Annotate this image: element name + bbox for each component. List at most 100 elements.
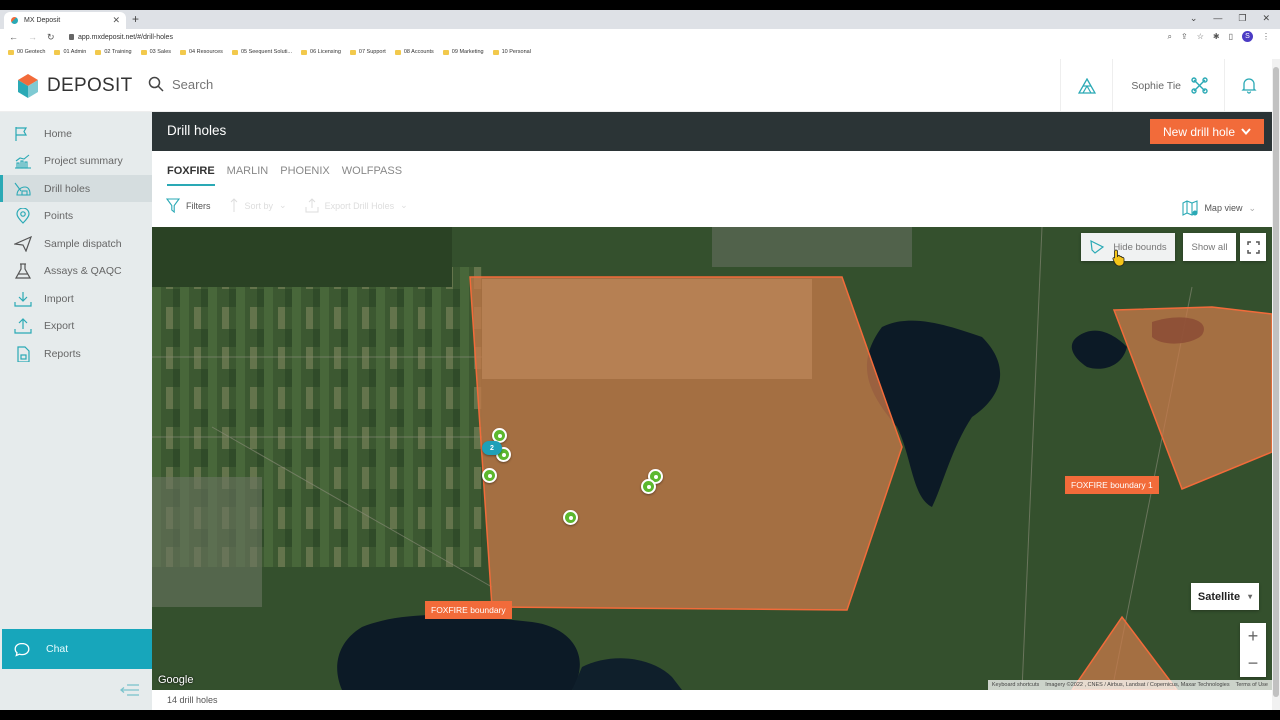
map-type-select[interactable]: Satellite ▾	[1191, 583, 1259, 610]
bookmark-label: 07 Support	[358, 49, 386, 55]
menu-icon[interactable]: ⋮	[1262, 32, 1270, 41]
folder-icon	[8, 49, 14, 55]
zoom-in-button[interactable]: +	[1240, 623, 1266, 650]
url-field[interactable]: app.mxdeposit.net/#/drill-holes	[69, 34, 173, 41]
url-text: app.mxdeposit.net/#/drill-holes	[78, 33, 173, 41]
bookmark-label: 09 Marketing	[451, 49, 484, 55]
folder-icon	[492, 49, 499, 55]
tools-icon	[1191, 77, 1208, 94]
keyboard-shortcuts-link[interactable]: Keyboard shortcuts	[992, 682, 1039, 688]
page-scrollbar[interactable]	[1272, 59, 1280, 710]
extensions-icon[interactable]: ✱	[1213, 32, 1220, 41]
search-icon	[148, 76, 164, 92]
sidebar-item-drill-holes[interactable]: Drill holes	[0, 175, 152, 202]
project-switch-button[interactable]	[1060, 59, 1112, 112]
bookmark-item[interactable]: 05 Seequent Soluti...	[231, 49, 292, 55]
minimize-icon[interactable]: —	[1213, 13, 1222, 24]
tab-search-icon[interactable]: ⌄	[1190, 13, 1198, 24]
new-drill-hole-button[interactable]: New drill hole	[1150, 119, 1264, 144]
folder-icon	[54, 49, 61, 55]
triangle-logo-icon	[1077, 77, 1096, 94]
drill-hole-marker[interactable]	[563, 510, 578, 525]
drill-hole-count: 14 drill holes	[167, 695, 218, 705]
bookmark-item[interactable]: 02 Training	[95, 49, 132, 55]
restore-icon[interactable]: ❐	[1238, 13, 1246, 24]
sort-by-button[interactable]: Sort by ⌄	[229, 198, 287, 213]
bookmark-item[interactable]: 07 Support	[349, 49, 386, 55]
report-icon	[14, 345, 32, 362]
show-all-button[interactable]: Show all	[1183, 233, 1236, 261]
results-footer: 14 drill holes	[152, 690, 1272, 710]
sidebar-item-label: Drill holes	[44, 182, 91, 195]
view-selector[interactable]: Map view ⌄	[1182, 200, 1256, 216]
logo-text: DEPOSIT	[47, 75, 133, 96]
fullscreen-button[interactable]	[1240, 233, 1266, 261]
bookmark-label: 06 Licensing	[310, 49, 341, 55]
zoom-out-button[interactable]: −	[1240, 650, 1266, 677]
chat-button[interactable]: Chat	[2, 629, 152, 669]
scrollbar-thumb[interactable]	[1273, 67, 1279, 697]
sidebar-item-project-summary[interactable]: Project summary	[0, 148, 152, 175]
browser-tab-bar: MX Deposit ✕ + ⌄ — ❐ ✕	[0, 10, 1280, 29]
back-icon[interactable]: ←	[9, 32, 19, 42]
share-icon[interactable]: ⇪	[1181, 32, 1188, 41]
logo[interactable]: DEPOSIT	[16, 73, 133, 99]
new-drill-hole-label: New drill hole	[1162, 124, 1236, 139]
bookmark-item[interactable]: 00 Geotech	[8, 49, 45, 55]
sidebar-item-export[interactable]: Export	[0, 313, 152, 340]
filters-label: Filters	[186, 200, 211, 211]
zoom-icon[interactable]: ⌕	[1168, 32, 1172, 42]
bookmark-label: 01 Admin	[63, 49, 87, 55]
sidebar-item-points[interactable]: Points	[0, 203, 152, 230]
reload-icon[interactable]: ↻	[47, 32, 57, 43]
filter-icon	[166, 198, 180, 213]
map[interactable]: 2 FOXFIRE boundary FOXFIRE boundary 1 Hi…	[152, 227, 1272, 690]
star-icon[interactable]: ☆	[1197, 32, 1204, 41]
export-drill-holes-button[interactable]: Export Drill Holes ⌄	[305, 198, 408, 213]
sidebar-item-assays-qaqc[interactable]: Assays & QAQC	[0, 258, 152, 285]
hide-bounds-button[interactable]: Hide bounds	[1081, 233, 1175, 261]
collapse-sidebar-icon[interactable]	[119, 683, 140, 702]
tab-foxfire[interactable]: FOXFIRE	[167, 165, 215, 186]
profile-avatar[interactable]: S	[1242, 31, 1253, 42]
sidepanel-icon[interactable]: ▯	[1229, 32, 1233, 41]
close-window-icon[interactable]: ✕	[1262, 13, 1270, 24]
bookmark-item[interactable]: 04 Resources	[180, 49, 223, 55]
bookmark-item[interactable]: 01 Admin	[54, 49, 86, 55]
bookmark-item[interactable]: 09 Marketing	[442, 49, 484, 55]
sidebar-item-import[interactable]: Import	[0, 285, 152, 312]
tab-marlin[interactable]: MARLIN	[227, 165, 269, 186]
browser-tab[interactable]: MX Deposit ✕	[4, 12, 126, 29]
folder-icon	[231, 49, 238, 55]
sidebar-item-sample-dispatch[interactable]: Sample dispatch	[0, 230, 152, 257]
drill-hole-cluster[interactable]: 2	[482, 441, 502, 455]
forward-icon[interactable]: →	[28, 32, 38, 42]
sidebar-item-home[interactable]: Home	[0, 120, 152, 147]
tab-phoenix[interactable]: PHOENIX	[280, 165, 330, 186]
bookmark-item[interactable]: 10 Personal	[492, 49, 531, 55]
filters-button[interactable]: Filters	[166, 198, 211, 213]
sidebar-item-reports[interactable]: Reports	[0, 340, 152, 367]
chevron-down-icon	[1241, 128, 1251, 135]
search-input[interactable]	[172, 76, 472, 92]
address-bar: ← → ↻ app.mxdeposit.net/#/drill-holes ⌕ …	[0, 29, 1280, 45]
map-pin-icon	[14, 208, 32, 224]
bookmark-item[interactable]: 08 Accounts	[394, 49, 434, 55]
map-view-label: Map view	[1204, 203, 1243, 213]
search-bar	[148, 76, 472, 92]
app: DEPOSIT Sophie Tie HomeProje	[0, 59, 1272, 710]
notifications-button[interactable]	[1224, 59, 1272, 112]
imagery-credit: Imagery ©2022 , CNES / Airbus, Landsat /…	[1045, 682, 1230, 688]
terms-link[interactable]: Terms of Use	[1236, 682, 1268, 688]
boundary-label: FOXFIRE boundary	[425, 601, 512, 619]
user-menu[interactable]: Sophie Tie	[1112, 59, 1224, 112]
chat-label: Chat	[46, 643, 69, 655]
new-tab-button[interactable]: +	[132, 12, 139, 26]
bookmark-item[interactable]: 03 Sales	[140, 49, 171, 55]
drill-hole-marker[interactable]	[482, 468, 497, 483]
tab-wolfpass[interactable]: WOLFPASS	[342, 165, 402, 186]
close-tab-icon[interactable]: ✕	[112, 15, 120, 26]
bookmark-item[interactable]: 06 Licensing	[301, 49, 341, 55]
sidebar-item-label: Reports	[44, 347, 81, 360]
drill-hole-marker[interactable]	[641, 479, 656, 494]
